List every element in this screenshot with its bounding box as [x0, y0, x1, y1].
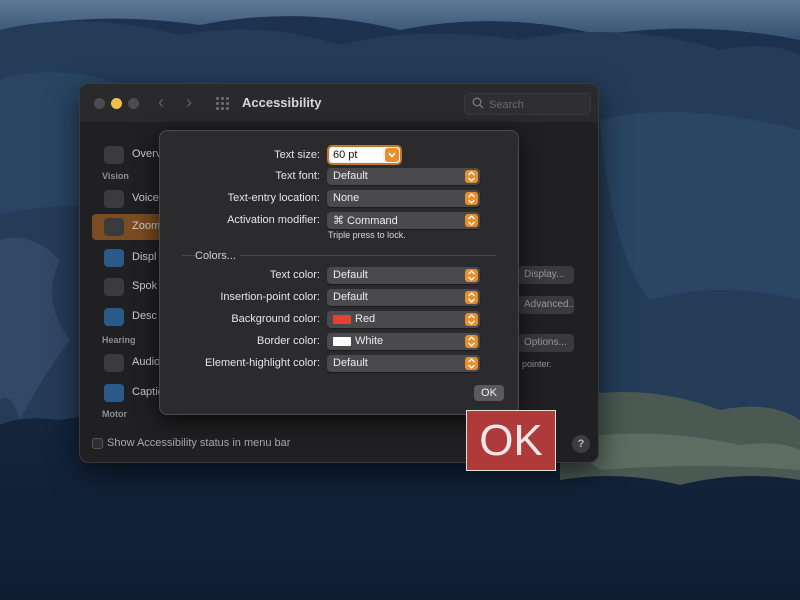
titlebar: ‹ › Accessibility [80, 84, 598, 122]
sidebar-item-label: Audio [132, 356, 161, 368]
popup-value: None [333, 192, 360, 204]
popup-value: Red [355, 313, 376, 325]
sidebar-item-display[interactable]: Displ [92, 245, 162, 271]
status-menu-checkbox-label: Show Accessibility status in menu bar [107, 437, 291, 449]
sidebar-section-vision: Vision [102, 171, 129, 181]
red-color-swatch [333, 315, 351, 324]
activation-hint-text: Triple press to lock. [328, 230, 406, 240]
border-color-popup[interactable]: White [327, 333, 480, 350]
zoom-icon [104, 218, 124, 236]
sidebar-item-descriptions[interactable]: Desc [92, 304, 162, 330]
minimize-window-button[interactable] [111, 98, 122, 109]
forward-arrow-icon[interactable]: › [186, 92, 192, 113]
voiceover-icon [104, 190, 124, 208]
captions-icon [104, 384, 124, 402]
accessibility-icon [104, 146, 124, 164]
up-down-arrows-icon [465, 192, 478, 205]
display-icon [104, 249, 124, 267]
sidebar-item-label: Zoom [132, 220, 161, 232]
up-down-arrows-icon [465, 291, 478, 304]
back-arrow-icon[interactable]: ‹ [158, 92, 164, 113]
background-color-popup[interactable]: Red [327, 311, 480, 328]
up-down-arrows-icon [465, 313, 478, 326]
activation-modifier-popup[interactable]: ⌘ Command [327, 212, 480, 229]
popup-value: Default [333, 291, 368, 303]
popup-value: White [355, 335, 384, 347]
zoom-window-button[interactable] [128, 98, 139, 109]
text-entry-location-label: Text-entry location: [227, 192, 320, 204]
sidebar: Overv Vision Voice Zoom Displ Spok Desc … [80, 122, 172, 422]
text-color-popup[interactable]: Default [327, 267, 480, 284]
close-window-button[interactable] [94, 98, 105, 109]
status-menu-checkbox[interactable] [92, 438, 103, 449]
pointer-text: pointer. [522, 359, 552, 369]
white-color-swatch [333, 337, 351, 346]
chevron-down-icon [388, 152, 396, 158]
window-title: Accessibility [242, 95, 322, 110]
audio-icon [104, 354, 124, 372]
hover-text-overlay: OK [466, 410, 556, 471]
sidebar-item-label: Displ [132, 251, 157, 263]
descriptions-icon [104, 308, 124, 326]
sidebar-item-audio[interactable]: Audio [92, 350, 162, 376]
text-color-label: Text color: [269, 269, 320, 281]
text-size-combobox[interactable] [327, 145, 402, 165]
up-down-arrows-icon [465, 357, 478, 370]
sidebar-section-motor: Motor [102, 409, 127, 419]
search-input[interactable] [489, 97, 584, 112]
background-color-label: Background color: [231, 313, 320, 325]
sidebar-item-captions[interactable]: Captio [92, 380, 164, 406]
options-button[interactable]: Options... [518, 334, 574, 352]
popup-value: ⌘ Command [333, 215, 398, 227]
sidebar-item-voiceover[interactable]: Voice [92, 186, 162, 212]
popup-value: Default [333, 269, 368, 281]
sidebar-item-label: Voice [132, 192, 159, 204]
element-highlight-color-label: Element-highlight color: [205, 357, 320, 369]
hover-text-options-sheet: Text size: Text font: Default Text-entry… [159, 130, 519, 415]
text-entry-location-popup[interactable]: None [327, 190, 480, 207]
display-options-button[interactable]: Display... [518, 266, 574, 284]
sidebar-item-label: Spok [132, 280, 158, 292]
popup-value: Default [333, 170, 368, 182]
text-font-popup[interactable]: Default [327, 168, 480, 185]
sidebar-section-hearing: Hearing [102, 335, 136, 345]
ok-button[interactable]: OK [474, 385, 504, 401]
up-down-arrows-icon [465, 170, 478, 183]
border-color-label: Border color: [257, 335, 320, 347]
text-size-input[interactable] [331, 148, 383, 162]
activation-modifier-label: Activation modifier: [227, 214, 320, 226]
sidebar-item-label: Overv [132, 148, 162, 160]
insertion-point-color-label: Insertion-point color: [220, 291, 320, 303]
up-down-arrows-icon [465, 335, 478, 348]
popup-value: Default [333, 357, 368, 369]
up-down-arrows-icon [465, 214, 478, 227]
text-size-dropdown-button[interactable] [385, 148, 399, 162]
text-font-label: Text font: [275, 170, 320, 182]
spoken-content-icon [104, 278, 124, 296]
text-size-label: Text size: [274, 149, 320, 161]
element-highlight-color-popup[interactable]: Default [327, 355, 480, 372]
help-button[interactable]: ? [572, 435, 590, 453]
sidebar-item-overview[interactable]: Overv [92, 142, 162, 168]
search-icon [472, 97, 484, 109]
search-field[interactable] [464, 93, 591, 115]
sidebar-item-label: Desc [132, 310, 158, 322]
up-down-arrows-icon [465, 269, 478, 282]
advanced-button[interactable]: Advanced... [518, 296, 574, 314]
sidebar-item-spoken-content[interactable]: Spok [92, 274, 162, 300]
show-all-grid-icon[interactable] [216, 97, 230, 110]
insertion-point-color-popup[interactable]: Default [327, 289, 480, 306]
colors-section-title: Colors... [195, 250, 240, 262]
